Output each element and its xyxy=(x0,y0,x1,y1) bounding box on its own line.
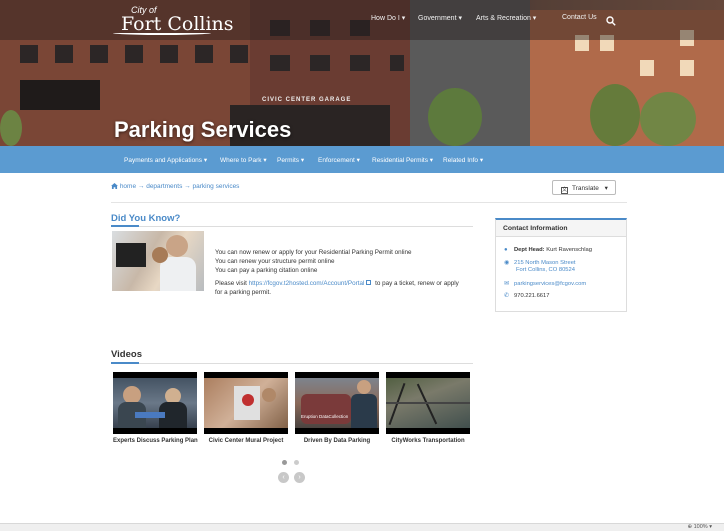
address-row: ◉ 215 North Mason Street xyxy=(504,259,576,266)
nav-contact-us[interactable]: Contact Us xyxy=(562,14,597,21)
subnav-where-to-park[interactable]: Where to Park ▾ xyxy=(220,156,267,164)
video-thumbnail[interactable]: Eruption DataCollection xyxy=(295,372,379,434)
dept-head-name: Kurt Ravenschlag xyxy=(546,247,592,253)
phone-icon: ✆ xyxy=(504,293,510,299)
section-nav: Payments and Applications ▾ Where to Par… xyxy=(0,146,724,173)
carousel-prev-button[interactable]: ‹ xyxy=(278,472,289,483)
zoom-control[interactable]: ⊕ 100% ▾ xyxy=(687,524,712,530)
garage-sign: CIVIC CENTER GARAGE xyxy=(262,97,352,103)
search-icon[interactable] xyxy=(606,16,616,26)
hero-banner: City of Fort Collins How Do I ▾ Governme… xyxy=(0,0,724,146)
phone-number[interactable]: 970.221.6617 xyxy=(514,293,549,299)
video-thumbnail[interactable] xyxy=(113,372,197,434)
did-you-know-line: You can renew your structure permit onli… xyxy=(215,258,335,265)
address-row-2: Fort Collins, CO 80524 xyxy=(516,267,575,273)
chevron-down-icon: ▾ xyxy=(604,185,608,192)
breadcrumb-home[interactable]: home xyxy=(120,183,136,190)
email-row: ✉ parkingservices@fcgov.com xyxy=(504,280,586,287)
external-link-icon xyxy=(366,280,372,285)
page-title: Parking Services xyxy=(114,117,292,142)
address-line-2[interactable]: Fort Collins, CO 80524 xyxy=(516,267,575,273)
video-label[interactable]: Driven By Data Parking xyxy=(295,438,379,444)
nav-how-do-i[interactable]: How Do I ▾ xyxy=(371,14,405,22)
carousel-next-button[interactable]: › xyxy=(294,472,305,483)
address-line-1[interactable]: 215 North Mason Street xyxy=(514,260,576,266)
video-overlay-text: Eruption DataCollection xyxy=(301,414,349,419)
browser-status-bar: ⊕ 100% ▾ xyxy=(0,523,724,531)
video-thumbnail[interactable] xyxy=(386,372,470,434)
dept-head-row: ● Dept Head: Kurt Ravenschlag xyxy=(504,247,592,253)
translate-button[interactable]: 文 Translate ▾ xyxy=(552,180,616,195)
translate-icon: 文 xyxy=(561,187,568,194)
nav-arts-recreation[interactable]: Arts & Recreation ▾ xyxy=(476,14,536,22)
zoom-level: 100% xyxy=(693,524,708,530)
envelope-icon: ✉ xyxy=(504,281,510,287)
contact-info-title: Contact Information xyxy=(496,220,626,237)
video-label[interactable]: Experts Discuss Parking Plan xyxy=(113,438,198,444)
did-you-know-photo xyxy=(112,231,204,291)
translate-label: Translate xyxy=(572,185,599,192)
chevron-right-icon: › xyxy=(298,474,301,481)
subnav-payments[interactable]: Payments and Applications ▾ xyxy=(124,156,207,164)
video-label[interactable]: CityWorks Transportation xyxy=(386,438,470,444)
videos-rule xyxy=(111,362,473,364)
home-icon xyxy=(111,183,118,189)
logo-swoosh xyxy=(113,31,211,35)
breadcrumb-departments[interactable]: departments xyxy=(146,183,182,190)
visit-prefix: Please visit xyxy=(215,280,249,287)
breadcrumb: home → departments → parking services xyxy=(111,183,239,190)
chevron-down-icon: ▾ xyxy=(709,524,712,530)
did-you-know-title: Did You Know? xyxy=(111,213,181,224)
did-you-know-line: You can now renew or apply for your Resi… xyxy=(215,249,412,256)
did-you-know-rule xyxy=(111,225,473,227)
visit-suffix: to pay a ticket, renew or apply xyxy=(373,280,459,287)
videos-title: Videos xyxy=(111,349,142,360)
subnav-permits[interactable]: Permits ▾ xyxy=(277,156,304,164)
did-you-know-visit-line2: for a parking permit. xyxy=(215,289,271,296)
did-you-know-line: You can pay a parking citation online xyxy=(215,267,318,274)
phone-row: ✆ 970.221.6617 xyxy=(504,292,549,299)
breadcrumb-separator: → xyxy=(137,183,145,190)
portal-link[interactable]: https://fcgov.t2hosted.com/Account/Porta… xyxy=(249,280,365,287)
breadcrumb-separator: → xyxy=(184,183,191,190)
zoom-icon: ⊕ xyxy=(687,524,693,530)
subnav-enforcement[interactable]: Enforcement ▾ xyxy=(318,156,360,164)
email-link[interactable]: parkingservices@fcgov.com xyxy=(514,281,586,287)
video-thumbnail[interactable] xyxy=(204,372,288,434)
carousel-dot-active[interactable] xyxy=(282,460,287,465)
breadcrumb-current[interactable]: parking services xyxy=(192,183,239,190)
header-divider xyxy=(111,202,627,203)
users-icon: ● xyxy=(504,247,508,253)
video-label[interactable]: Civic Center Mural Project xyxy=(204,438,288,444)
dept-head-label: Dept Head: xyxy=(514,247,545,253)
subnav-residential-permits[interactable]: Residential Permits ▾ xyxy=(372,156,433,164)
did-you-know-visit: Please visit https://fcgov.t2hosted.com/… xyxy=(215,280,459,287)
subnav-related-info[interactable]: Related Info ▾ xyxy=(443,156,483,164)
carousel-dot[interactable] xyxy=(294,460,299,465)
nav-government[interactable]: Government ▾ xyxy=(418,14,462,22)
chevron-left-icon: ‹ xyxy=(282,474,285,481)
contact-info-panel: Contact Information ● Dept Head: Kurt Rav… xyxy=(495,218,627,312)
map-marker-icon: ◉ xyxy=(504,260,510,266)
